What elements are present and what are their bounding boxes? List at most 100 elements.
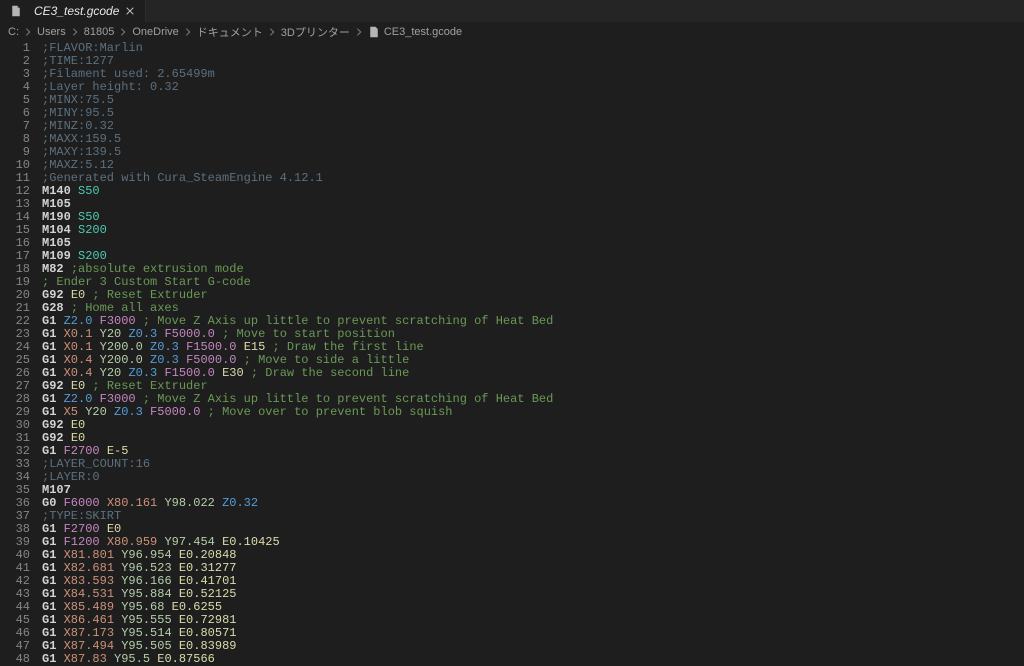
token-e: E0 <box>71 431 85 445</box>
token-meta: ;MINX:75.5 <box>42 93 114 107</box>
token-cmd: G1 <box>42 392 56 406</box>
token-xyz: X0.1 <box>64 327 93 341</box>
token-e: E0.87566 <box>157 652 215 666</box>
token-e: E0 <box>107 522 121 536</box>
token-cmd: G1 <box>42 587 56 601</box>
token-cmd: M140 <box>42 184 71 198</box>
breadcrumb-item[interactable]: 81805 <box>84 26 115 38</box>
token-z: Z0.3 <box>150 340 179 354</box>
code-line[interactable]: M104 S200 <box>42 224 1024 237</box>
code-line[interactable]: G1 F2700 E-5 <box>42 445 1024 458</box>
token-cmt: ; Draw the second line <box>251 366 409 380</box>
code-line[interactable]: ;MAXX:159.5 <box>42 133 1024 146</box>
token-cmd: G1 <box>42 366 56 380</box>
code-line[interactable]: G92 E0 <box>42 419 1024 432</box>
token-meta: ;MAXX:159.5 <box>42 132 121 146</box>
token-y: Y20 <box>100 366 122 380</box>
code-line[interactable]: ;FLAVOR:Marlin <box>42 42 1024 55</box>
token-cmt: ; Move Z Axis up little to prevent scrat… <box>143 392 553 406</box>
token-y: Y95.514 <box>121 626 171 640</box>
close-icon[interactable] <box>125 6 135 16</box>
token-y: Y200.0 <box>100 340 143 354</box>
code-line[interactable]: ;MINX:75.5 <box>42 94 1024 107</box>
token-meta: ;Generated with Cura_SteamEngine 4.12.1 <box>42 171 323 185</box>
code-line[interactable]: ;Filament used: 2.65499m <box>42 68 1024 81</box>
token-xyz: X0.4 <box>64 366 93 380</box>
token-f: F3000 <box>100 392 136 406</box>
code-line[interactable]: G92 E0 <box>42 432 1024 445</box>
chevron-right-icon <box>118 27 128 37</box>
token-cmd: G1 <box>42 535 56 549</box>
token-y: Y95.505 <box>121 639 171 653</box>
tab-active[interactable]: CE3_test.gcode <box>0 0 146 22</box>
token-z: Z2.0 <box>64 392 93 406</box>
token-y: Y95.555 <box>121 613 171 627</box>
breadcrumb-item[interactable]: 3Dプリンター <box>281 24 350 40</box>
token-meta: ;MAXZ:5.12 <box>42 158 114 172</box>
code-line[interactable]: G0 F6000 X80.161 Y98.022 Z0.32 <box>42 497 1024 510</box>
token-meta: ;LAYER_COUNT:16 <box>42 457 150 471</box>
token-cmt: ; Move to start position <box>222 327 395 341</box>
code-line[interactable]: ;Generated with Cura_SteamEngine 4.12.1 <box>42 172 1024 185</box>
code-area[interactable]: ;FLAVOR:Marlin;TIME:1277;Filament used: … <box>42 42 1024 666</box>
token-y: Y96.954 <box>121 548 171 562</box>
code-line[interactable]: ;TYPE:SKIRT <box>42 510 1024 523</box>
token-e: E0.20848 <box>179 548 237 562</box>
breadcrumb-item[interactable]: OneDrive <box>132 26 178 38</box>
code-line[interactable]: ;MINY:95.5 <box>42 107 1024 120</box>
token-e: E0.52125 <box>179 587 237 601</box>
token-cmd: G28 <box>42 301 64 315</box>
editor[interactable]: 1234567891011121314151617181920212223242… <box>0 42 1024 666</box>
code-line[interactable]: M105 <box>42 237 1024 250</box>
token-cmd: M105 <box>42 197 71 211</box>
token-cmd: G1 <box>42 574 56 588</box>
code-line[interactable]: M140 S50 <box>42 185 1024 198</box>
token-cmt: ; Home all axes <box>71 301 179 315</box>
token-xyz: X84.531 <box>64 587 114 601</box>
token-e: E0.6255 <box>172 600 222 614</box>
token-e: E30 <box>222 366 244 380</box>
token-z: Z0.3 <box>114 405 143 419</box>
breadcrumb-item[interactable]: Users <box>37 26 66 38</box>
token-z: Z0.32 <box>222 496 258 510</box>
token-s: S200 <box>78 223 107 237</box>
tab-title: CE3_test.gcode <box>34 4 119 18</box>
token-e: E15 <box>244 340 266 354</box>
token-meta: ;TIME:1277 <box>42 54 114 68</box>
token-cmd: G1 <box>42 613 56 627</box>
token-xyz: X80.959 <box>107 535 157 549</box>
file-icon <box>10 5 22 17</box>
code-line[interactable]: G1 X5 Y20 Z0.3 F5000.0 ; Move over to pr… <box>42 406 1024 419</box>
code-line[interactable]: M105 <box>42 198 1024 211</box>
breadcrumb-item[interactable]: ドキュメント <box>197 24 263 40</box>
breadcrumb-item[interactable]: CE3_test.gcode <box>384 26 462 38</box>
tab-bar: CE3_test.gcode <box>0 0 1024 22</box>
code-line[interactable]: ;MAXY:139.5 <box>42 146 1024 159</box>
code-line[interactable]: ;LAYER:0 <box>42 471 1024 484</box>
token-e: E0.10425 <box>222 535 280 549</box>
token-s: S50 <box>78 210 100 224</box>
token-cmd: G92 <box>42 379 64 393</box>
token-cmd: G1 <box>42 405 56 419</box>
code-line[interactable]: G92 E0 ; Reset Extruder <box>42 289 1024 302</box>
token-s: S50 <box>78 184 100 198</box>
token-y: Y20 <box>85 405 107 419</box>
token-y: Y98.022 <box>164 496 214 510</box>
token-e: E-5 <box>107 444 129 458</box>
token-cmd: G1 <box>42 327 56 341</box>
breadcrumb-item[interactable]: C: <box>8 26 19 38</box>
token-e: E0 <box>71 288 85 302</box>
code-line[interactable]: ;Layer height: 0.32 <box>42 81 1024 94</box>
code-line[interactable]: ;MINZ:0.32 <box>42 120 1024 133</box>
token-xyz: X87.83 <box>64 652 107 666</box>
code-line[interactable]: M190 S50 <box>42 211 1024 224</box>
token-f: F2700 <box>64 444 100 458</box>
token-z: Z2.0 <box>64 314 93 328</box>
token-y: Y97.454 <box>164 535 214 549</box>
token-y: Y200.0 <box>100 353 143 367</box>
file-icon <box>368 26 380 38</box>
token-y: Y96.523 <box>121 561 171 575</box>
token-f: F3000 <box>100 314 136 328</box>
token-xyz: X87.494 <box>64 639 114 653</box>
code-line[interactable]: ;LAYER_COUNT:16 <box>42 458 1024 471</box>
